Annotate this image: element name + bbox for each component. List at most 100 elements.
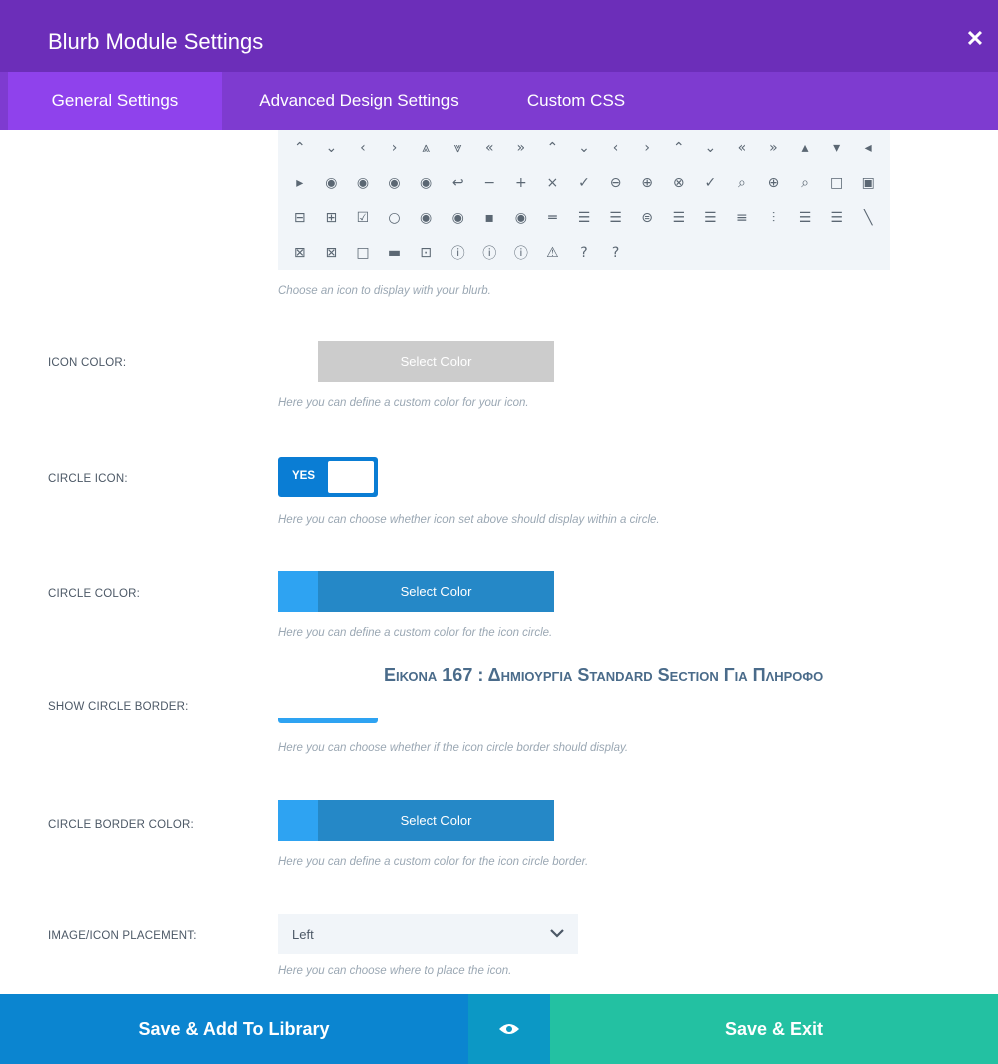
icon-option[interactable]: ⊖ xyxy=(600,165,632,200)
circle-color-label: CIRCLE COLOR: xyxy=(48,588,141,600)
icon-option[interactable]: □ xyxy=(821,165,853,200)
icon-option[interactable]: + xyxy=(505,165,537,200)
icon-option[interactable]: ↩ xyxy=(442,165,474,200)
icon-option[interactable]: ⩔ xyxy=(442,130,474,165)
icon-option[interactable]: » xyxy=(758,130,790,165)
icon-option[interactable]: ⌃ xyxy=(663,130,695,165)
icon-color-button-label: Select Color xyxy=(318,341,554,382)
tab-advanced-design-settings[interactable]: Advanced Design Settings xyxy=(222,72,496,130)
icon-option[interactable]: ⓘ xyxy=(442,235,474,270)
icon-option[interactable]: ▾ xyxy=(821,130,853,165)
circle-border-color-help: Here you can define a custom color for t… xyxy=(278,856,589,868)
icon-option[interactable]: ⊠ xyxy=(284,235,316,270)
icon-option[interactable]: ⊡ xyxy=(410,235,442,270)
icon-option[interactable]: ☰ xyxy=(663,200,695,235)
icon-option[interactable]: ╲ xyxy=(852,200,884,235)
show-circle-border-label: SHOW CIRCLE BORDER: xyxy=(48,701,189,713)
icon-option[interactable]: ⊞ xyxy=(316,200,348,235)
icon-option[interactable]: ‹ xyxy=(347,130,379,165)
icon-option[interactable]: ⚠ xyxy=(537,235,569,270)
icon-option[interactable]: ⊠ xyxy=(316,235,348,270)
icon-option[interactable]: ✓ xyxy=(568,165,600,200)
placement-value: Left xyxy=(292,927,314,942)
icon-option[interactable]: ⌃ xyxy=(284,130,316,165)
icon-option[interactable]: ‹ xyxy=(600,130,632,165)
modal-footer: Save & Add To Library Save & Exit xyxy=(0,994,998,1064)
icon-option[interactable]: ⩓ xyxy=(410,130,442,165)
circle-border-color-label: CIRCLE BORDER COLOR: xyxy=(48,819,194,831)
icon-option[interactable]: ◉ xyxy=(347,165,379,200)
icon-option[interactable]: ⌄ xyxy=(316,130,348,165)
icon-option[interactable]: ◉ xyxy=(442,200,474,235)
icon-color-button[interactable]: Select Color xyxy=(278,341,554,382)
close-icon[interactable]: ✕ xyxy=(952,12,998,66)
icon-option[interactable]: › xyxy=(379,130,411,165)
icon-option[interactable]: ☰ xyxy=(695,200,727,235)
circle-border-color-button-label: Select Color xyxy=(318,800,554,841)
icon-picker-help: Choose an icon to display with your blur… xyxy=(278,285,491,297)
circle-color-button[interactable]: Select Color xyxy=(278,571,554,612)
show-circle-border-toggle[interactable] xyxy=(278,718,378,723)
icon-option[interactable]: ◉ xyxy=(316,165,348,200)
save-add-library-button[interactable]: Save & Add To Library xyxy=(0,994,468,1064)
icon-option[interactable]: ⓘ xyxy=(473,235,505,270)
icon-option[interactable]: ⊕ xyxy=(758,165,790,200)
icon-option[interactable]: − xyxy=(473,165,505,200)
icon-option[interactable]: ⊕ xyxy=(631,165,663,200)
show-circle-border-help: Here you can choose whether if the icon … xyxy=(278,742,629,754)
circle-border-color-button[interactable]: Select Color xyxy=(278,800,554,841)
icon-option[interactable]: ⫶ xyxy=(758,200,790,235)
icon-option[interactable]: ◉ xyxy=(505,200,537,235)
icon-picker-grid: ⌃ ⌄ ‹ › ⩓ ⩔ «» ⌃ ⌄ ‹ › ⌃ ⌄ «» ▴ ▾ ◂ ▸ ◉ ◉ ◉ ◉ ↩ − + × ✓ ⊖ ⊕ ⊗ ✓ ⌕ ⊕ ⌕ □ ▣ ⊟ ⊞… xyxy=(278,130,890,270)
icon-option[interactable]: ◉ xyxy=(410,200,442,235)
icon-option[interactable]: ≡ xyxy=(726,200,758,235)
icon-option[interactable]: ⌄ xyxy=(568,130,600,165)
modal-title: Blurb Module Settings xyxy=(48,29,264,54)
placement-select[interactable]: Left xyxy=(278,914,578,954)
icon-option[interactable]: » xyxy=(505,130,537,165)
circle-icon-toggle[interactable]: YES xyxy=(278,457,378,497)
icon-option[interactable]: × xyxy=(537,165,569,200)
icon-option[interactable]: ▣ xyxy=(852,165,884,200)
icon-option[interactable]: ☰ xyxy=(821,200,853,235)
figure-caption-overlay: Εικονα 167 : Δημιουργια Standard Section… xyxy=(384,665,824,685)
icon-option[interactable]: ☰ xyxy=(568,200,600,235)
circle-color-help: Here you can define a custom color for t… xyxy=(278,627,553,639)
icon-option[interactable]: ▴ xyxy=(789,130,821,165)
chevron-down-icon xyxy=(550,929,564,938)
icon-option[interactable]: ☑ xyxy=(347,200,379,235)
icon-option[interactable]: ⊗ xyxy=(663,165,695,200)
icon-option[interactable]: « xyxy=(726,130,758,165)
icon-option[interactable]: ✓ xyxy=(695,165,727,200)
icon-option[interactable]: ? xyxy=(600,235,632,270)
icon-option[interactable]: ⌕ xyxy=(726,165,758,200)
icon-option[interactable]: ▬ xyxy=(379,235,411,270)
icon-option[interactable]: ◂ xyxy=(852,130,884,165)
icon-option[interactable]: › xyxy=(631,130,663,165)
preview-button[interactable] xyxy=(468,994,550,1064)
icon-option[interactable]: ☰ xyxy=(789,200,821,235)
icon-option[interactable]: □ xyxy=(347,235,379,270)
icon-option[interactable]: ◉ xyxy=(379,165,411,200)
icon-option[interactable]: ▪ xyxy=(473,200,505,235)
icon-option[interactable]: ⊜ xyxy=(631,200,663,235)
icon-color-help: Here you can define a custom color for y… xyxy=(278,397,529,409)
save-exit-button[interactable]: Save & Exit xyxy=(550,994,998,1064)
tab-general-settings[interactable]: General Settings xyxy=(8,72,222,130)
icon-option[interactable]: ⌕ xyxy=(789,165,821,200)
icon-option[interactable]: ═ xyxy=(537,200,569,235)
icon-option[interactable]: ⓘ xyxy=(505,235,537,270)
icon-option[interactable]: ? xyxy=(568,235,600,270)
icon-option[interactable]: ▸ xyxy=(284,165,316,200)
icon-option[interactable]: ⊟ xyxy=(284,200,316,235)
icon-option[interactable]: « xyxy=(473,130,505,165)
tab-custom-css[interactable]: Custom CSS xyxy=(496,72,656,130)
icon-option[interactable]: ○ xyxy=(379,200,411,235)
circle-color-swatch xyxy=(278,571,318,612)
icon-option[interactable]: ⌃ xyxy=(537,130,569,165)
placement-label: IMAGE/ICON PLACEMENT: xyxy=(48,930,197,942)
icon-option[interactable]: ☰ xyxy=(600,200,632,235)
icon-option[interactable]: ◉ xyxy=(410,165,442,200)
placement-help: Here you can choose where to place the i… xyxy=(278,965,512,977)
icon-option[interactable]: ⌄ xyxy=(695,130,727,165)
